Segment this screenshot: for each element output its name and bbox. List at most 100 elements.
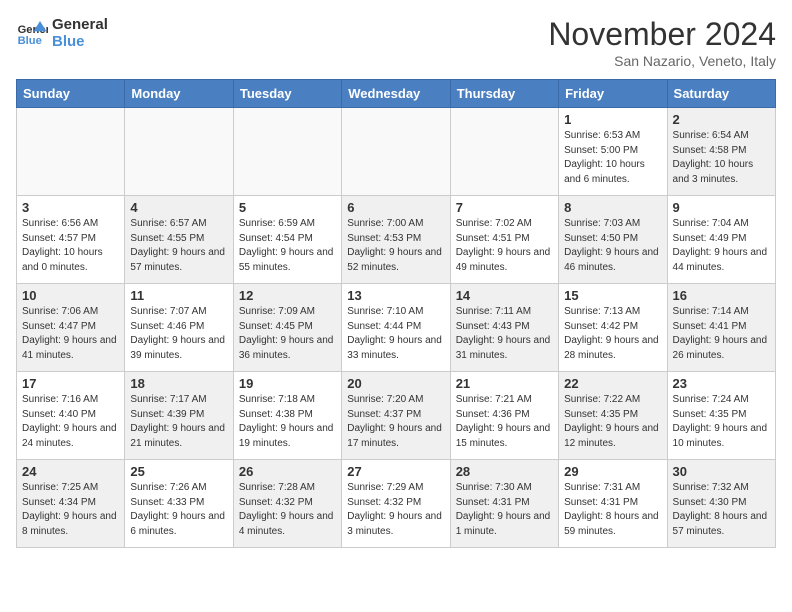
logo-icon: General Blue <box>16 17 48 49</box>
day-info: Sunrise: 7:06 AM Sunset: 4:47 PM Dayligh… <box>22 305 119 363</box>
logo-line1: General <box>52 16 108 33</box>
day-info: Sunrise: 6:57 AM Sunset: 4:55 PM Dayligh… <box>130 217 227 275</box>
title-block: November 2024 San Nazario, Veneto, Italy <box>548 16 776 69</box>
location: San Nazario, Veneto, Italy <box>548 53 776 69</box>
day-number: 4 <box>130 200 227 215</box>
day-info: Sunrise: 6:54 AM Sunset: 4:58 PM Dayligh… <box>673 129 770 187</box>
day-number: 7 <box>456 200 553 215</box>
day-info: Sunrise: 7:21 AM Sunset: 4:36 PM Dayligh… <box>456 393 553 451</box>
day-info: Sunrise: 7:10 AM Sunset: 4:44 PM Dayligh… <box>347 305 444 363</box>
calendar-day-cell: 26 Sunrise: 7:28 AM Sunset: 4:32 PM Dayli… <box>233 460 341 548</box>
day-number: 15 <box>564 288 661 303</box>
calendar-day-header: Wednesday <box>342 80 450 108</box>
day-info: Sunrise: 7:29 AM Sunset: 4:32 PM Dayligh… <box>347 481 444 539</box>
day-number: 14 <box>456 288 553 303</box>
day-number: 26 <box>239 464 336 479</box>
day-number: 25 <box>130 464 227 479</box>
calendar-day-cell: 17Sunrise: 7:16 AM Sunset: 4:40 PM Dayli… <box>17 372 125 460</box>
day-info: Sunrise: 7:11 AM Sunset: 4:43 PM Dayligh… <box>456 305 553 363</box>
calendar-day-cell: 7 Sunrise: 7:02 AM Sunset: 4:51 PM Daylig… <box>450 196 558 284</box>
day-info: Sunrise: 7:07 AM Sunset: 4:46 PM Dayligh… <box>130 305 227 363</box>
day-number: 29 <box>564 464 661 479</box>
day-info: Sunrise: 7:04 AM Sunset: 4:49 PM Dayligh… <box>673 217 770 275</box>
calendar-day-cell: 9 Sunrise: 7:04 AM Sunset: 4:49 PM Daylig… <box>667 196 775 284</box>
day-info: Sunrise: 7:24 AM Sunset: 4:35 PM Dayligh… <box>673 393 770 451</box>
day-info: Sunrise: 7:30 AM Sunset: 4:31 PM Dayligh… <box>456 481 553 539</box>
calendar-week-row: 10 Sunrise: 7:06 AM Sunset: 4:47 PM Dayli… <box>17 284 776 372</box>
day-info: Sunrise: 7:32 AM Sunset: 4:30 PM Dayligh… <box>673 481 770 539</box>
calendar-day-cell: 8 Sunrise: 7:03 AM Sunset: 4:50 PM Daylig… <box>559 196 667 284</box>
calendar-day-cell: 4 Sunrise: 6:57 AM Sunset: 4:55 PM Daylig… <box>125 196 233 284</box>
day-number: 1 <box>564 112 661 127</box>
month-title: November 2024 <box>548 16 776 53</box>
calendar-day-cell: 13Sunrise: 7:10 AM Sunset: 4:44 PM Dayli… <box>342 284 450 372</box>
day-info: Sunrise: 7:18 AM Sunset: 4:38 PM Dayligh… <box>239 393 336 451</box>
day-number: 30 <box>673 464 770 479</box>
day-number: 19 <box>239 376 336 391</box>
day-number: 10 <box>22 288 119 303</box>
calendar-day-cell: 21 Sunrise: 7:21 AM Sunset: 4:36 PM Dayli… <box>450 372 558 460</box>
calendar-day-cell: 20 Sunrise: 7:20 AM Sunset: 4:37 PM Dayli… <box>342 372 450 460</box>
calendar-week-row: 1Sunrise: 6:53 AM Sunset: 5:00 PM Daylig… <box>17 108 776 196</box>
day-info: Sunrise: 7:03 AM Sunset: 4:50 PM Dayligh… <box>564 217 661 275</box>
calendar-day-cell: 5 Sunrise: 6:59 AM Sunset: 4:54 PM Daylig… <box>233 196 341 284</box>
svg-text:Blue: Blue <box>18 35 42 47</box>
calendar-day-cell: 16Sunrise: 7:14 AM Sunset: 4:41 PM Dayli… <box>667 284 775 372</box>
page-header: General Blue General Blue November 2024 … <box>16 16 776 69</box>
calendar-day-cell: 2 Sunrise: 6:54 AM Sunset: 4:58 PM Daylig… <box>667 108 775 196</box>
logo: General Blue General Blue <box>16 16 108 50</box>
calendar-day-header: Monday <box>125 80 233 108</box>
day-number: 9 <box>673 200 770 215</box>
calendar-day-cell <box>450 108 558 196</box>
calendar-day-cell: 11Sunrise: 7:07 AM Sunset: 4:46 PM Dayli… <box>125 284 233 372</box>
day-number: 22 <box>564 376 661 391</box>
day-number: 5 <box>239 200 336 215</box>
calendar-day-header: Sunday <box>17 80 125 108</box>
calendar-day-cell: 25 Sunrise: 7:26 AM Sunset: 4:33 PM Dayli… <box>125 460 233 548</box>
calendar-day-cell: 24Sunrise: 7:25 AM Sunset: 4:34 PM Dayli… <box>17 460 125 548</box>
calendar-day-cell <box>17 108 125 196</box>
calendar-day-header: Tuesday <box>233 80 341 108</box>
day-number: 2 <box>673 112 770 127</box>
calendar-body: 1Sunrise: 6:53 AM Sunset: 5:00 PM Daylig… <box>17 108 776 548</box>
calendar-week-row: 17Sunrise: 7:16 AM Sunset: 4:40 PM Dayli… <box>17 372 776 460</box>
day-info: Sunrise: 7:09 AM Sunset: 4:45 PM Dayligh… <box>239 305 336 363</box>
day-number: 27 <box>347 464 444 479</box>
day-number: 6 <box>347 200 444 215</box>
day-number: 21 <box>456 376 553 391</box>
day-info: Sunrise: 7:20 AM Sunset: 4:37 PM Dayligh… <box>347 393 444 451</box>
calendar-day-cell: 1Sunrise: 6:53 AM Sunset: 5:00 PM Daylig… <box>559 108 667 196</box>
day-info: Sunrise: 6:56 AM Sunset: 4:57 PM Dayligh… <box>22 217 119 275</box>
day-info: Sunrise: 7:02 AM Sunset: 4:51 PM Dayligh… <box>456 217 553 275</box>
day-number: 3 <box>22 200 119 215</box>
calendar-day-cell <box>233 108 341 196</box>
day-number: 16 <box>673 288 770 303</box>
calendar-day-cell: 10 Sunrise: 7:06 AM Sunset: 4:47 PM Dayli… <box>17 284 125 372</box>
calendar-day-cell <box>342 108 450 196</box>
calendar-day-cell: 6Sunrise: 7:00 AM Sunset: 4:53 PM Daylig… <box>342 196 450 284</box>
day-info: Sunrise: 7:16 AM Sunset: 4:40 PM Dayligh… <box>22 393 119 451</box>
calendar-day-cell: 12 Sunrise: 7:09 AM Sunset: 4:45 PM Dayli… <box>233 284 341 372</box>
day-number: 12 <box>239 288 336 303</box>
day-info: Sunrise: 6:59 AM Sunset: 4:54 PM Dayligh… <box>239 217 336 275</box>
calendar-day-cell: 30 Sunrise: 7:32 AM Sunset: 4:30 PM Dayli… <box>667 460 775 548</box>
calendar-day-cell: 14 Sunrise: 7:11 AM Sunset: 4:43 PM Dayli… <box>450 284 558 372</box>
day-info: Sunrise: 7:28 AM Sunset: 4:32 PM Dayligh… <box>239 481 336 539</box>
day-number: 20 <box>347 376 444 391</box>
calendar-day-cell: 22Sunrise: 7:22 AM Sunset: 4:35 PM Dayli… <box>559 372 667 460</box>
calendar-header-row: SundayMondayTuesdayWednesdayThursdayFrid… <box>17 80 776 108</box>
calendar-day-cell: 15 Sunrise: 7:13 AM Sunset: 4:42 PM Dayli… <box>559 284 667 372</box>
calendar-table: SundayMondayTuesdayWednesdayThursdayFrid… <box>16 79 776 548</box>
day-number: 18 <box>130 376 227 391</box>
calendar-day-cell: 27 Sunrise: 7:29 AM Sunset: 4:32 PM Dayli… <box>342 460 450 548</box>
calendar-day-cell: 18 Sunrise: 7:17 AM Sunset: 4:39 PM Dayli… <box>125 372 233 460</box>
logo-line2: Blue <box>52 33 108 50</box>
day-info: Sunrise: 7:31 AM Sunset: 4:31 PM Dayligh… <box>564 481 661 539</box>
day-info: Sunrise: 7:26 AM Sunset: 4:33 PM Dayligh… <box>130 481 227 539</box>
day-number: 24 <box>22 464 119 479</box>
day-number: 8 <box>564 200 661 215</box>
calendar-day-cell: 3 Sunrise: 6:56 AM Sunset: 4:57 PM Daylig… <box>17 196 125 284</box>
day-info: Sunrise: 7:13 AM Sunset: 4:42 PM Dayligh… <box>564 305 661 363</box>
day-info: Sunrise: 7:17 AM Sunset: 4:39 PM Dayligh… <box>130 393 227 451</box>
calendar-week-row: 3 Sunrise: 6:56 AM Sunset: 4:57 PM Daylig… <box>17 196 776 284</box>
